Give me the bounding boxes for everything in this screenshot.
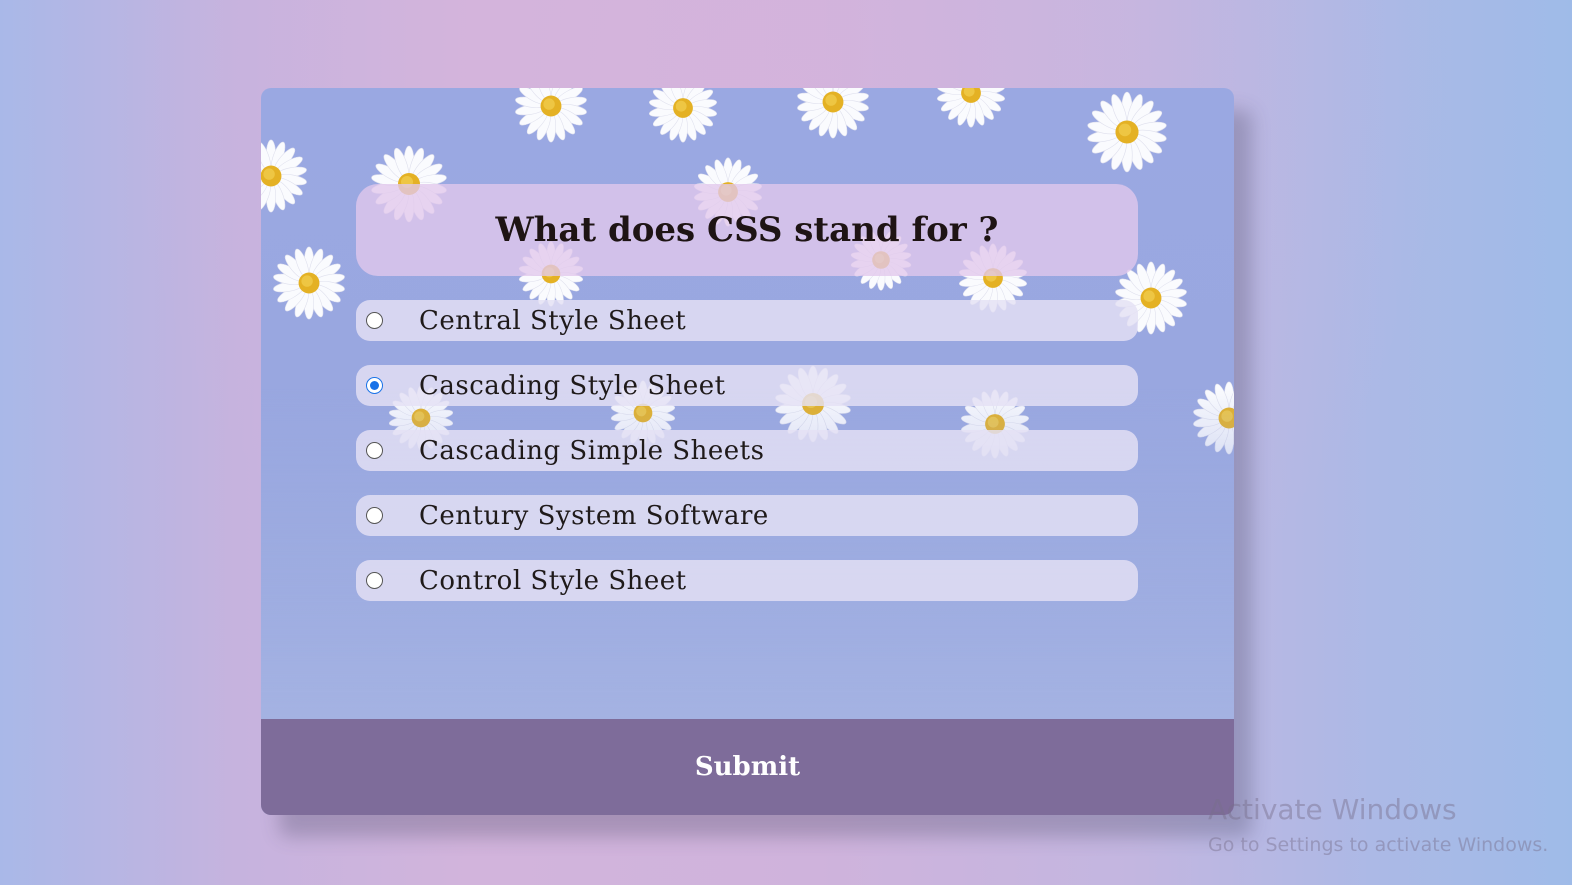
question-box: What does CSS stand for ? <box>356 184 1138 276</box>
option-century-system-software[interactable]: Century System Software <box>356 495 1138 536</box>
question-text: What does CSS stand for ? <box>495 210 999 250</box>
option-label: Central Style Sheet <box>419 305 687 336</box>
option-control-style-sheet[interactable]: Control Style Sheet <box>356 560 1138 601</box>
windows-activation-watermark: Activate Windows Go to Settings to activ… <box>1208 793 1548 859</box>
radio-button-selected[interactable] <box>366 377 383 394</box>
option-cascading-style-sheet[interactable]: Cascading Style Sheet <box>356 365 1138 406</box>
option-label: Cascading Simple Sheets <box>419 435 765 466</box>
radio-button[interactable] <box>366 572 383 589</box>
watermark-title: Activate Windows <box>1208 793 1457 826</box>
option-label: Cascading Style Sheet <box>419 370 726 401</box>
radio-button[interactable] <box>366 442 383 459</box>
submit-button[interactable]: Submit <box>261 719 1234 815</box>
quiz-card: What does CSS stand for ? Central Style … <box>261 88 1234 815</box>
watermark-subtitle: Go to Settings to activate Windows. <box>1208 834 1549 856</box>
option-central-style-sheet[interactable]: Central Style Sheet <box>356 300 1138 341</box>
option-label: Century System Software <box>419 500 769 531</box>
submit-label: Submit <box>694 752 801 782</box>
option-label: Control Style Sheet <box>419 565 687 596</box>
radio-button[interactable] <box>366 312 383 329</box>
option-cascading-simple-sheets[interactable]: Cascading Simple Sheets <box>356 430 1138 471</box>
radio-button[interactable] <box>366 507 383 524</box>
